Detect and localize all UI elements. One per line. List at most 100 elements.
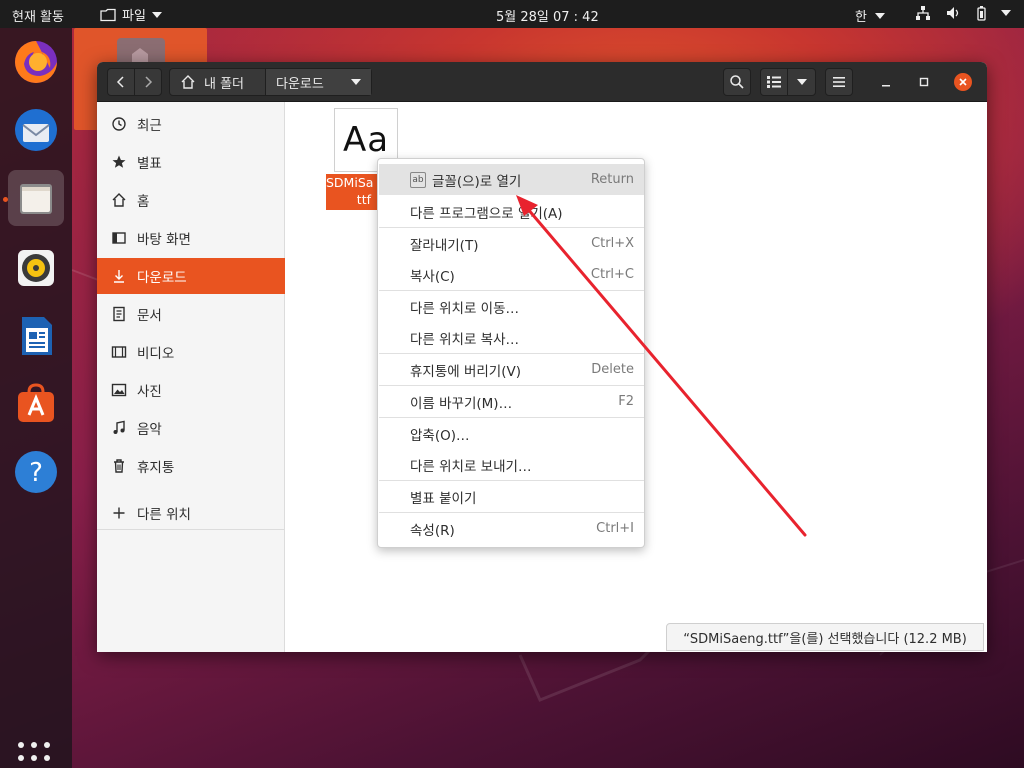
menu-item-open-with-other[interactable]: 다른 프로그램으로 열기(A) xyxy=(379,196,644,227)
dock-firefox[interactable] xyxy=(8,34,64,90)
sidebar-item-documents[interactable]: 문서 xyxy=(97,296,285,332)
home-icon xyxy=(111,192,127,208)
header-bar: 내 폴더 다운로드 xyxy=(97,62,987,102)
software-center-icon xyxy=(18,383,54,422)
sidebar-item-home[interactable]: 홈 xyxy=(97,182,285,218)
star-icon xyxy=(111,154,127,170)
sidebar-item-starred[interactable]: 별표 xyxy=(97,144,285,180)
sidebar-item-label: 문서 xyxy=(137,308,162,324)
menu-item-open-with-fonts[interactable]: ab 글꼴(으)로 열기 Return xyxy=(379,164,644,195)
plus-icon xyxy=(111,505,127,521)
back-button[interactable] xyxy=(107,68,135,96)
menu-item-copy[interactable]: 복사(C) Ctrl+C xyxy=(379,259,644,290)
dock-help[interactable]: ? xyxy=(8,444,64,500)
selection-status: “SDMiSaeng.ttf”을(를) 선택했습니다 (12.2 MB) xyxy=(666,623,984,651)
hamburger-menu-button[interactable] xyxy=(825,68,853,96)
menu-item-label: 다른 위치로 이동… xyxy=(410,300,520,317)
dock-writer[interactable] xyxy=(8,308,64,364)
chevron-down-icon xyxy=(351,79,361,85)
menu-item-label: 다른 프로그램으로 열기(A) xyxy=(410,205,563,222)
view-options-button[interactable] xyxy=(788,69,815,95)
minimize-button[interactable] xyxy=(877,73,895,91)
sidebar-item-label: 다른 위치 xyxy=(137,507,191,523)
menu-item-star[interactable]: 별표 붙이기 xyxy=(379,481,644,512)
hamburger-icon xyxy=(833,77,845,87)
svg-text:?: ? xyxy=(29,458,43,488)
thunderbird-icon xyxy=(15,109,57,151)
chevron-down-icon xyxy=(151,11,162,18)
menu-item-label: 이름 바꾸기(M)… xyxy=(410,395,513,412)
menu-item-accel: Ctrl+I xyxy=(596,521,634,536)
volume-icon xyxy=(947,7,959,19)
menu-item-label: 별표 붙이기 xyxy=(410,490,477,507)
menu-item-accel: Delete xyxy=(591,362,634,377)
menu-item-copy-to[interactable]: 다른 위치로 복사… xyxy=(379,322,644,353)
sidebar-item-label: 음악 xyxy=(137,422,162,438)
system-menu[interactable] xyxy=(915,5,1011,21)
menu-item-rename[interactable]: 이름 바꾸기(M)… F2 xyxy=(379,386,644,417)
sidebar-item-label: 다운로드 xyxy=(137,270,187,286)
close-button[interactable] xyxy=(954,73,972,91)
battery-icon xyxy=(977,6,986,21)
file-name-label[interactable]: SDMiSa ttf xyxy=(326,174,377,210)
dock-thunderbird[interactable] xyxy=(8,102,64,158)
sidebar: 최근 별표 홈 바탕 화면 다운로드 문서 비디오 사진 음악 휴지통 다른 위… xyxy=(97,102,285,652)
activities-button[interactable]: 현재 활동 xyxy=(12,6,64,25)
menu-item-label: 잘라내기(T) xyxy=(410,237,479,254)
running-indicator xyxy=(3,197,8,202)
dock-rhythmbox[interactable] xyxy=(8,240,64,296)
clock[interactable]: 5월 28일 07 : 42 xyxy=(496,6,599,25)
firefox-icon xyxy=(15,41,57,83)
close-icon xyxy=(959,78,967,86)
picture-icon xyxy=(111,382,127,398)
input-method-label: 한 xyxy=(855,10,867,25)
app-menu[interactable]: 파일 xyxy=(100,5,162,24)
sidebar-item-videos[interactable]: 비디오 xyxy=(97,334,285,370)
sidebar-item-label: 비디오 xyxy=(137,346,175,362)
sidebar-item-label: 사진 xyxy=(137,384,162,400)
menu-item-cut[interactable]: 잘라내기(T) Ctrl+X xyxy=(379,228,644,259)
maximize-button[interactable] xyxy=(915,73,933,91)
chevron-down-icon xyxy=(1001,10,1011,16)
sidebar-item-pictures[interactable]: 사진 xyxy=(97,372,285,408)
sidebar-item-downloads[interactable]: 다운로드 xyxy=(97,258,285,294)
sidebar-item-other-locations[interactable]: 다른 위치 xyxy=(97,495,285,531)
dock: ? xyxy=(0,28,72,768)
view-toggle xyxy=(760,68,816,96)
sidebar-item-label: 휴지통 xyxy=(137,460,175,476)
sidebar-item-music[interactable]: 음악 xyxy=(97,410,285,446)
font-preview-text: Aa xyxy=(342,120,390,160)
document-icon xyxy=(111,306,127,322)
sidebar-item-label: 바탕 화면 xyxy=(137,232,191,248)
music-icon xyxy=(111,420,127,436)
menu-item-label: 휴지통에 버리기(V) xyxy=(410,363,521,380)
forward-button[interactable] xyxy=(134,68,162,96)
sidebar-item-trash[interactable]: 휴지통 xyxy=(97,448,285,484)
menu-item-compress[interactable]: 압축(O)… xyxy=(379,418,644,449)
menu-item-label: 압축(O)… xyxy=(410,427,470,444)
rhythmbox-icon xyxy=(18,250,54,286)
path-current-label: 다운로드 xyxy=(276,76,324,92)
menu-item-properties[interactable]: 속성(R) Ctrl+I xyxy=(379,513,644,544)
show-applications-button[interactable] xyxy=(18,742,54,768)
libreoffice-writer-icon xyxy=(22,317,52,355)
menu-item-move-to-trash[interactable]: 휴지통에 버리기(V) Delete xyxy=(379,354,644,385)
menu-item-label: 다른 위치로 보내기… xyxy=(410,458,532,475)
input-method-menu[interactable]: 한 xyxy=(855,6,885,25)
dock-files[interactable] xyxy=(8,170,64,226)
sidebar-item-desktop[interactable]: 바탕 화면 xyxy=(97,220,285,256)
path-home[interactable]: 내 폴더 xyxy=(170,69,266,95)
menu-item-move-to[interactable]: 다른 위치로 이동… xyxy=(379,291,644,322)
menu-item-accel: Ctrl+C xyxy=(590,267,634,282)
search-button[interactable] xyxy=(723,68,751,96)
menu-item-label: 다른 위치로 복사… xyxy=(410,331,520,348)
sidebar-item-recent[interactable]: 최근 xyxy=(97,106,285,142)
top-bar: 현재 활동 파일 5월 28일 07 : 42 한 xyxy=(0,0,1024,28)
path-current[interactable]: 다운로드 xyxy=(266,69,371,95)
status-text: “SDMiSaeng.ttf”을(를) 선택했습니다 (12.2 MB) xyxy=(683,631,967,647)
dock-software[interactable] xyxy=(8,376,64,432)
list-view-button[interactable] xyxy=(761,69,789,95)
menu-item-send-to[interactable]: 다른 위치로 보내기… xyxy=(379,449,644,480)
file-name-line2: ttf xyxy=(356,192,371,207)
desktop-icon xyxy=(111,230,127,246)
